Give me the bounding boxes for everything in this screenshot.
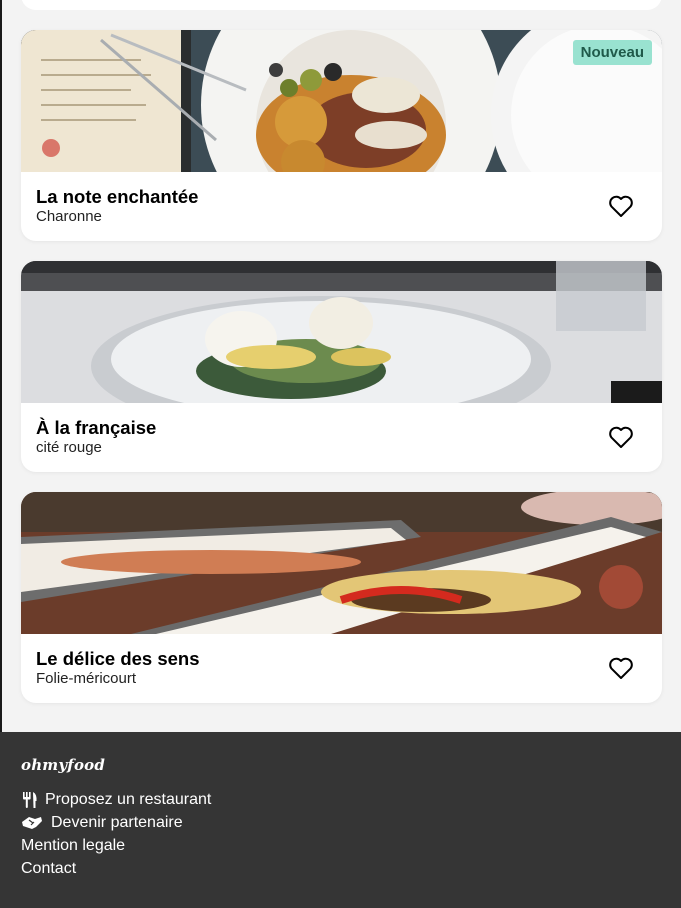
legal-mention-link[interactable]: Mention legale (21, 834, 660, 857)
utensils-icon (23, 791, 37, 808)
restaurant-info: À la française cité rouge (36, 417, 156, 457)
propose-restaurant-label: Proposez un restaurant (45, 790, 212, 808)
restaurant-name: Le délice des sens (36, 648, 200, 669)
heart-icon[interactable] (608, 656, 634, 680)
restaurant-card[interactable]: Le délice des sens Folie-méricourt (21, 492, 662, 703)
page-footer: ohmyfood Proposez un restaurant Devenir … (0, 732, 681, 908)
restaurant-area: Folie-méricourt (36, 670, 137, 687)
restaurant-photo (21, 492, 662, 634)
new-badge: Nouveau (572, 40, 652, 65)
page-left-edge (0, 0, 2, 732)
handshake-icon (22, 816, 42, 829)
restaurant-area: Charonne (36, 208, 102, 225)
restaurant-photo (21, 261, 662, 403)
propose-restaurant-link[interactable]: Proposez un restaurant (21, 788, 660, 811)
contact-link[interactable]: Contact (21, 857, 660, 880)
restaurant-card[interactable]: À la française cité rouge (21, 261, 662, 472)
restaurant-name: La note enchantée (36, 186, 199, 207)
restaurant-info: Le délice des sens Folie-méricourt (36, 648, 200, 688)
restaurant-info: La note enchantée Charonne (36, 186, 198, 226)
heart-icon[interactable] (608, 425, 634, 449)
heart-icon[interactable] (608, 194, 634, 218)
restaurant-card-previous[interactable] (21, 0, 662, 10)
become-partner-link[interactable]: Devenir partenaire (21, 811, 660, 834)
become-partner-label: Devenir partenaire (51, 813, 183, 831)
restaurant-photo (21, 30, 662, 172)
footer-logo[interactable]: ohmyfood (21, 756, 660, 774)
restaurant-name: À la française (36, 417, 157, 438)
restaurant-area: cité rouge (36, 439, 102, 456)
restaurant-card[interactable]: Nouveau La note enchantée Charonne (21, 30, 662, 241)
legal-mention-label: Mention legale (21, 836, 126, 854)
contact-label: Contact (21, 859, 77, 877)
